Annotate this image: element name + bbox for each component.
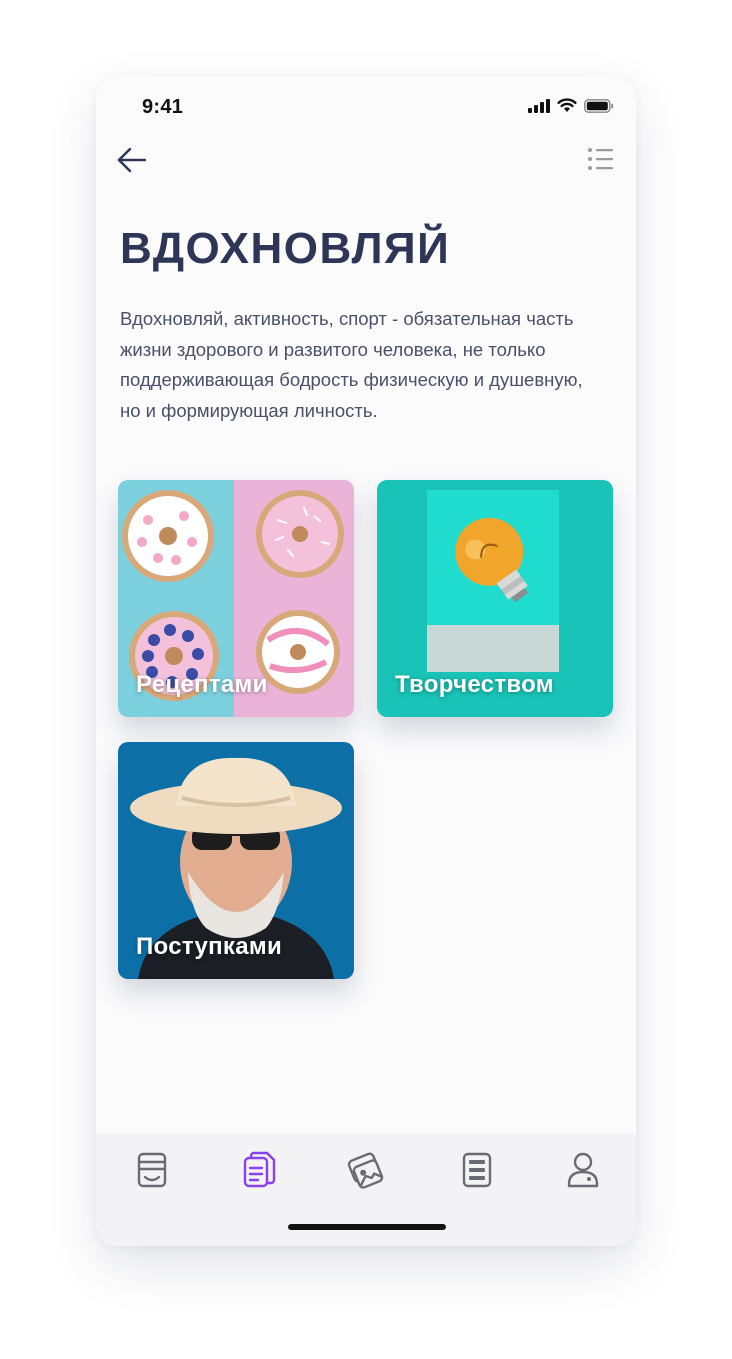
- card-label: Поступками: [136, 933, 283, 960]
- battery-icon: [584, 98, 614, 113]
- card-label: Рецептами: [136, 671, 268, 698]
- back-button[interactable]: [114, 142, 150, 178]
- card-creativity[interactable]: Творчеством: [377, 480, 613, 717]
- home-indicator: [288, 1224, 446, 1230]
- card-deeds[interactable]: Поступками: [118, 742, 354, 979]
- tab-documents[interactable]: [238, 1148, 282, 1192]
- tab-list[interactable]: [455, 1148, 499, 1192]
- wifi-icon: [557, 98, 577, 112]
- status-time: 9:41: [142, 96, 184, 118]
- signal-icon: [528, 98, 550, 113]
- tab-feed[interactable]: [130, 1148, 174, 1192]
- list-icon: [588, 148, 613, 170]
- phone-screen: 9:41 ВДОХНОВЛЯЙ Вдохновляй, активность, …: [96, 76, 636, 1246]
- profile-icon: [567, 1152, 599, 1188]
- menu-button[interactable]: [586, 144, 616, 174]
- card-label: Творчеством: [395, 671, 554, 698]
- documents-icon: [243, 1151, 276, 1188]
- tab-profile[interactable]: [561, 1148, 605, 1192]
- feed-icon: [137, 1152, 167, 1188]
- arrow-left-icon: [117, 147, 147, 173]
- page-title: ВДОХНОВЛЯЙ: [120, 224, 451, 273]
- cards-icon: [347, 1152, 384, 1189]
- list-doc-icon: [462, 1152, 492, 1188]
- status-icons: [528, 98, 614, 113]
- card-recipes[interactable]: Рецептами: [118, 480, 354, 717]
- tab-bar: [96, 1134, 636, 1246]
- tab-cards[interactable]: [344, 1148, 388, 1192]
- page-description: Вдохновляй, активность, спорт - обязател…: [120, 308, 583, 421]
